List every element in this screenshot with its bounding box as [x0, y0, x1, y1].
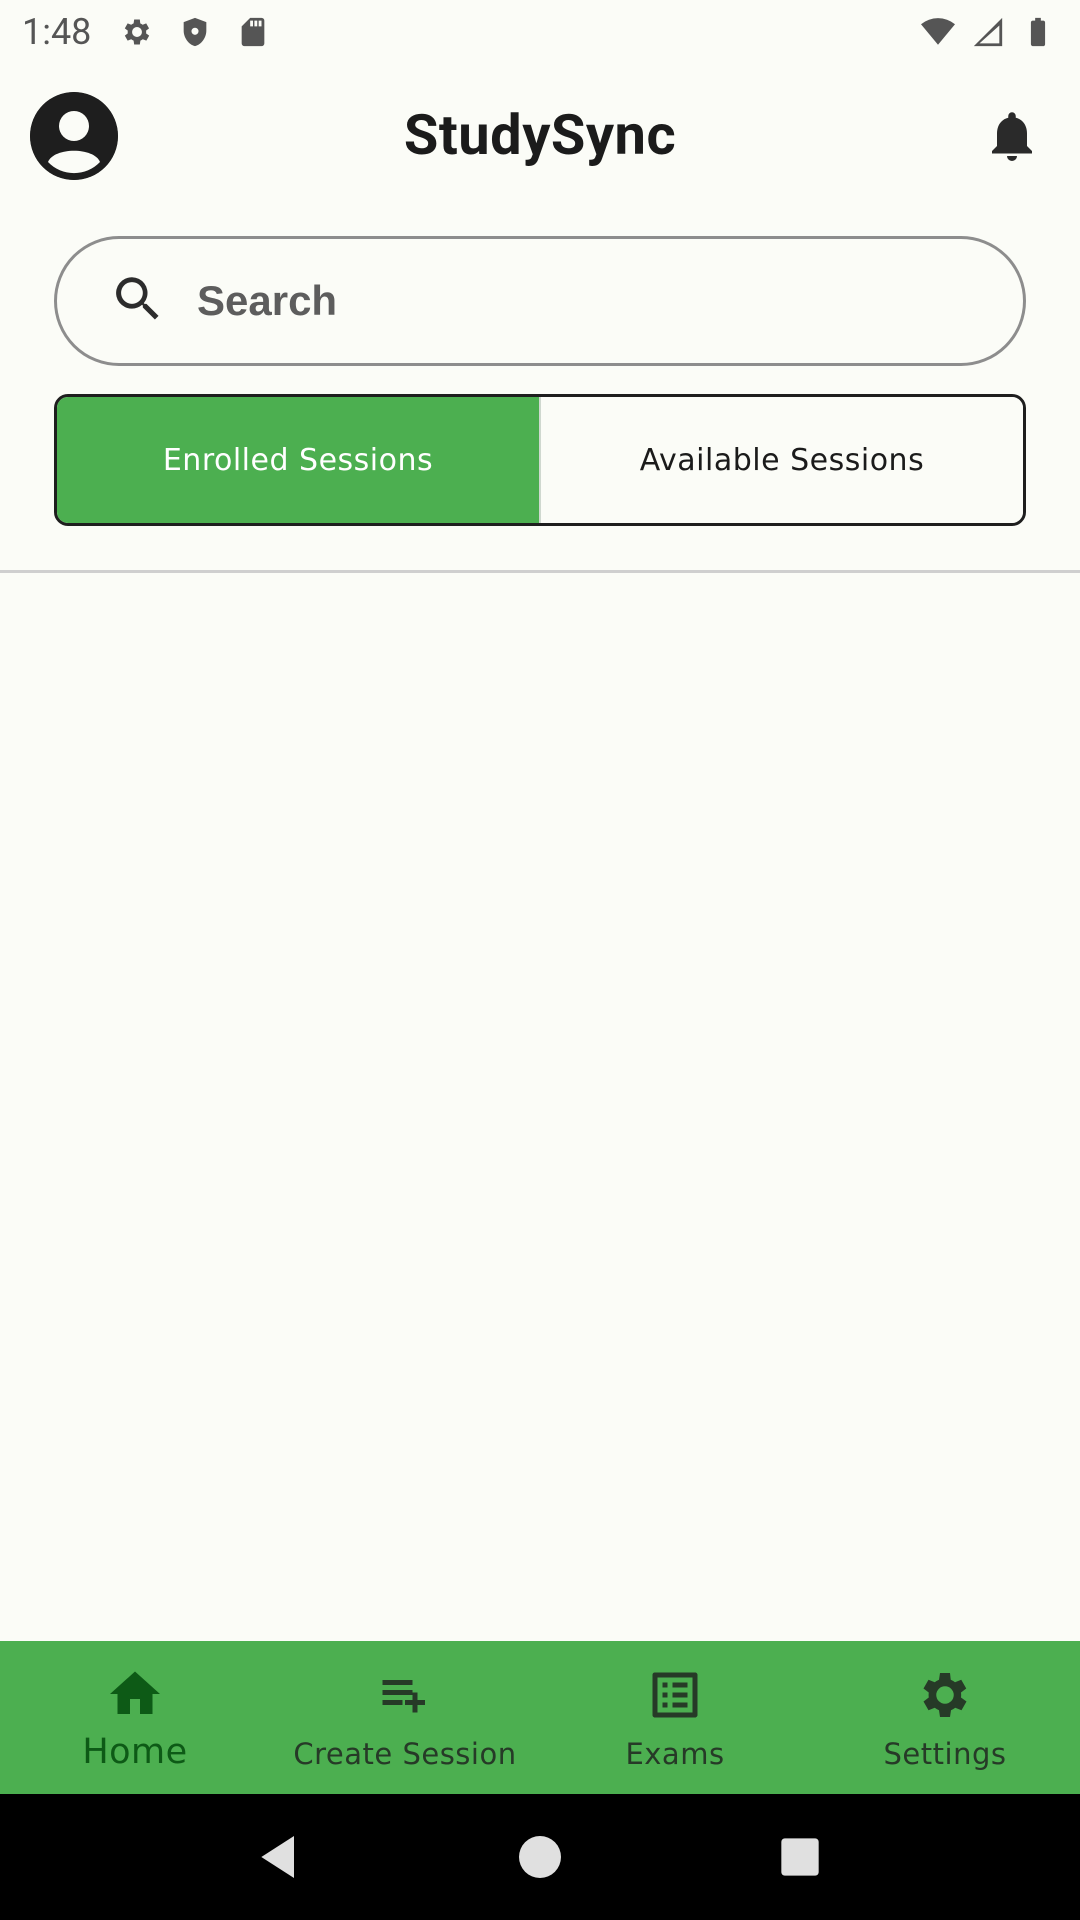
nav-label: Create Session	[293, 1736, 517, 1771]
tab-available-sessions[interactable]: Available Sessions	[541, 397, 1023, 523]
session-list	[0, 573, 1080, 1641]
nav-home[interactable]: Home	[0, 1641, 270, 1794]
gear-icon	[915, 1665, 975, 1729]
nav-settings[interactable]: Settings	[810, 1641, 1080, 1794]
shield-icon	[175, 12, 215, 52]
nav-label: Settings	[883, 1736, 1007, 1771]
nav-exams[interactable]: Exams	[540, 1641, 810, 1794]
search-input[interactable]	[197, 277, 897, 325]
nav-create-session[interactable]: Create Session	[270, 1641, 540, 1794]
search-bar[interactable]	[54, 236, 1026, 366]
gear-icon	[117, 12, 157, 52]
system-nav-bar	[0, 1794, 1080, 1920]
sd-card-icon	[233, 12, 273, 52]
status-time: 1:48	[22, 11, 92, 53]
status-bar: 1:48	[0, 0, 1080, 64]
home-icon	[105, 1664, 165, 1728]
nav-label: Exams	[625, 1736, 725, 1771]
session-tabs: Enrolled Sessions Available Sessions	[54, 394, 1026, 526]
battery-icon	[1018, 12, 1058, 52]
recents-icon[interactable]	[770, 1827, 830, 1887]
wifi-icon	[918, 12, 958, 52]
search-icon	[109, 270, 167, 332]
nav-label: Home	[82, 1731, 188, 1772]
app-title: StudySync	[403, 102, 677, 168]
back-icon[interactable]	[250, 1827, 310, 1887]
playlist-add-icon	[375, 1665, 435, 1729]
home-circle-icon[interactable]	[510, 1827, 570, 1887]
list-alt-icon	[645, 1665, 705, 1729]
signal-icon	[968, 12, 1008, 52]
tab-enrolled-sessions[interactable]: Enrolled Sessions	[57, 397, 541, 523]
app-bar: StudySync	[0, 64, 1080, 206]
bell-icon[interactable]	[980, 104, 1044, 168]
bottom-nav: Home Create Session Exams Settings	[0, 1641, 1080, 1794]
account-circle-icon[interactable]	[30, 92, 118, 180]
